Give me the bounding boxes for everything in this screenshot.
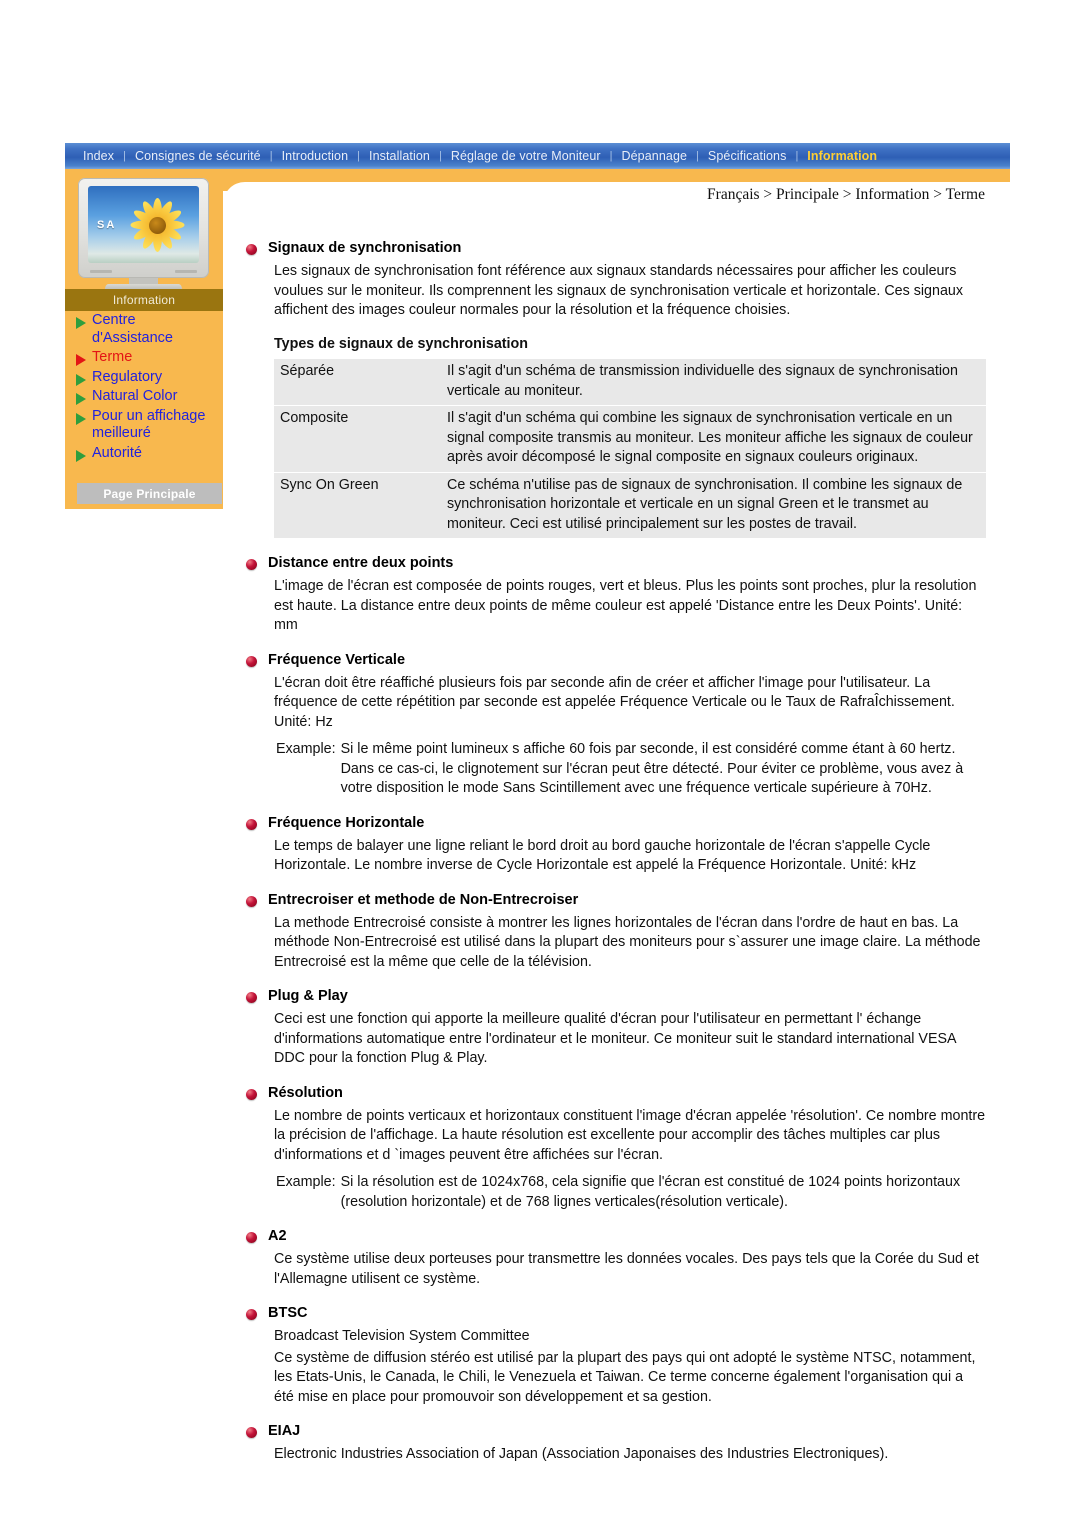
sidebar-item-pour-un-affichage[interactable]: Pour un affichage meilleuré (76, 408, 226, 443)
section-paragraph: L'image de l'écran est composée de point… (274, 578, 977, 633)
example-block: Example: Si le même point lumineux s affi… (276, 740, 986, 799)
monitor-screen: SA (88, 186, 199, 263)
section-heading-eiaj: EIAJ (246, 1423, 986, 1440)
arrow-right-icon (76, 449, 86, 462)
nav-item-installation[interactable]: Installation (360, 143, 439, 169)
sunflower-icon (126, 194, 188, 256)
sidebar-item-regulatory[interactable]: Regulatory (76, 369, 226, 387)
monitor-vent-right (175, 270, 197, 273)
nav-item-consignes-de-s-curit[interactable]: Consignes de sécurité (126, 143, 270, 169)
sidebar-item-centre[interactable]: Centre d'Assistance (76, 312, 226, 347)
section-paragraph: Le nombre de points verticaux et horizon… (274, 1107, 986, 1163)
document-body: Signaux de synchronisation Les signaux de… (246, 240, 986, 1467)
arrow-right-icon (76, 317, 86, 329)
sidebar-item-label: Regulatory (92, 368, 163, 385)
arrow-right-icon (76, 412, 86, 425)
section-paragraph: Ce système de diffusion stéréo est utili… (274, 1349, 976, 1405)
red-bullet-icon (246, 1427, 257, 1438)
sidebar-item-label: Centre d'Assistance (92, 312, 173, 346)
section-title: Plug & Play (268, 988, 348, 1004)
example-label: Example: (276, 741, 336, 757)
table-cell-key: Composite (274, 405, 441, 473)
section-heading-btsc: BTSC (246, 1305, 986, 1322)
section-title: Entrecroiser et methode de Non-Entrecroi… (268, 891, 579, 908)
table-cell-value: Il s'agit d'un schéma de transmission in… (441, 358, 986, 406)
red-bullet-icon (246, 992, 257, 1003)
red-bullet-icon (246, 559, 257, 570)
section-subtitle: Types de signaux de synchronisation (274, 335, 528, 352)
section-title: A2 (268, 1228, 287, 1244)
breadcrumb: Français > Principale > Information > Te… (707, 186, 985, 203)
table-row: Séparée Il s'agit d'un schéma de transmis… (274, 358, 986, 406)
top-navigation-bar: Index | Consignes de sécurité | Introduction… (65, 143, 1010, 169)
section-paragraph: Ceci est une fonction qui apporte la mei… (274, 1011, 956, 1066)
section-title: Distance entre deux points (268, 555, 454, 571)
example-label: Example: (276, 1174, 336, 1190)
table-row: Composite Il s'agit d'un schéma qui combi… (274, 405, 986, 473)
section-heading-entrecroiser-et-methode-de-non-entrecroiser: Entrecroiser et methode de Non-Entrecroi… (246, 892, 986, 909)
sidebar-item-label: Terme (92, 349, 133, 365)
sidebar-item-label: Autorité (92, 444, 142, 461)
table-row: Sync On Green Ce schéma n'utilise pas de … (274, 471, 986, 539)
nav-item-sp-cifications[interactable]: Spécifications (699, 143, 796, 169)
section-paragraph: Broadcast Television System Committee (274, 1328, 530, 1344)
nav-item-introduction[interactable]: Introduction (273, 143, 358, 169)
monitor-brand-text: SA (97, 219, 117, 231)
section-title: EIAJ (268, 1423, 301, 1439)
sidebar-item-label: Pour un affichage meilleuré (92, 407, 206, 442)
crt-monitor-icon: SA (78, 178, 209, 294)
red-bullet-icon (246, 818, 257, 830)
red-bullet-icon (246, 1309, 257, 1320)
section-paragraph: La methode Entrecroisé consiste à montre… (274, 914, 981, 970)
table-cell-key: Sync On Green (274, 471, 441, 539)
red-bullet-icon (246, 1088, 257, 1100)
red-bullet-icon (246, 895, 257, 907)
section-paragraph: Ce système utilise deux porteuses pour t… (274, 1251, 979, 1287)
section-heading-fr-quence-verticale: Fréquence Verticale (246, 652, 986, 669)
nav-item-information[interactable]: Information (798, 143, 886, 169)
section-heading-fr-quence-horizontale: Fréquence Horizontale (246, 815, 986, 832)
section-title: Signaux de synchronisation (268, 240, 462, 256)
sidebar-item-natural-color[interactable]: Natural Color (76, 388, 226, 406)
monitor-vent-left (90, 270, 112, 273)
sidebar-link-list: Centre d'Assistance Terme Regulatory Natura… (76, 312, 226, 464)
nav-item-index[interactable]: Index (74, 143, 123, 169)
table-cell-value: Il s'agit d'un schéma qui combine les si… (441, 405, 986, 473)
red-bullet-icon (246, 655, 257, 667)
section-heading-distance-entre-deux-points: Distance entre deux points (246, 555, 986, 572)
section-paragraph: Electronic Industries Association of Jap… (274, 1446, 889, 1462)
nav-item-r-glage-de-votre-moniteur[interactable]: Réglage de votre Moniteur (442, 143, 610, 169)
example-block: Example: Si la résolution est de 1024x768… (276, 1173, 986, 1212)
section-paragraph: Le temps de balayer une ligne reliant le… (274, 837, 931, 874)
section-title: Fréquence Horizontale (268, 814, 425, 831)
monitor-bezel: SA (78, 178, 209, 278)
section-title: Fréquence Verticale (268, 651, 406, 668)
section-paragraph: L'écran doit être réaffiché plusieurs fo… (274, 674, 955, 730)
red-bullet-icon (246, 244, 257, 255)
section-heading-signaux-de-synchronisation: Signaux de synchronisation (246, 240, 986, 257)
sync-types-table: Séparée Il s'agit d'un schéma de transmis… (274, 358, 986, 539)
arrow-right-icon (76, 354, 86, 366)
section-heading-r-solution: Résolution (246, 1085, 986, 1102)
section-heading-a2: A2 (246, 1228, 986, 1245)
section-title: Résolution (268, 1084, 343, 1101)
arrow-right-icon (76, 393, 86, 405)
example-text: Si le même point lumineux s affiche 60 f… (340, 741, 964, 796)
table-cell-key: Séparée (274, 358, 441, 406)
main-page-button[interactable]: Page Principale (77, 483, 222, 504)
sidebar-item-label: Natural Color (92, 388, 178, 404)
sidebar-item-autorit[interactable]: Autorité (76, 445, 226, 463)
sidebar-item-terme[interactable]: Terme (76, 349, 226, 367)
example-text: Si la résolution est de 1024x768, cela s… (340, 1174, 961, 1210)
nav-item-d-pannage[interactable]: Dépannage (613, 143, 697, 169)
section-heading-plug-play: Plug & Play (246, 988, 986, 1005)
page-root: Index | Consignes de sécurité | Introduction… (0, 0, 1080, 1528)
arrow-right-icon (76, 373, 86, 386)
section-paragraph: Les signaux de synchronisation font réfé… (274, 263, 964, 318)
sidebar-section-label: Information (65, 289, 223, 311)
red-bullet-icon (246, 1232, 257, 1243)
section-title: BTSC (268, 1305, 308, 1321)
table-cell-value: Ce schéma n'utilise pas de signaux de sy… (441, 471, 986, 539)
